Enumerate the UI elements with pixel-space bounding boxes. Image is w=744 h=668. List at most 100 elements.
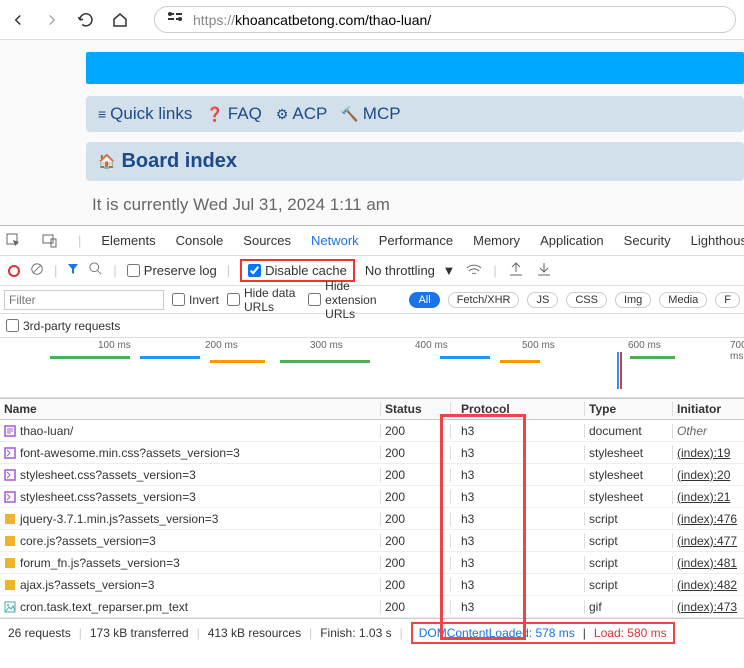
- cell-type: script: [584, 512, 672, 526]
- pill-more[interactable]: F: [715, 292, 740, 308]
- file-name: thao-luan/: [20, 424, 73, 438]
- file-type-icon: [4, 601, 16, 613]
- device-toggle-icon[interactable]: [42, 232, 58, 250]
- cell-initiator: Other: [672, 424, 744, 438]
- tick: 200 ms: [205, 340, 238, 351]
- file-name: core.js?assets_version=3: [20, 534, 156, 548]
- pill-media[interactable]: Media: [659, 292, 707, 308]
- filter-icon[interactable]: [67, 263, 79, 278]
- col-status[interactable]: Status: [380, 402, 450, 416]
- preserve-log-checkbox[interactable]: Preserve log: [127, 263, 217, 278]
- cell-type: stylesheet: [584, 468, 672, 482]
- stat-domloaded: DOMContentLoaded: 578 ms: [419, 626, 575, 640]
- pill-css[interactable]: CSS: [566, 292, 607, 308]
- download-icon[interactable]: [535, 260, 553, 281]
- tab-sources[interactable]: Sources: [243, 233, 291, 248]
- stat-transferred: 173 kB transferred: [90, 626, 189, 640]
- cell-status: 200: [380, 600, 450, 614]
- hide-data-urls-checkbox[interactable]: Hide data URLs: [227, 286, 300, 314]
- tick: 600 ms: [628, 340, 661, 351]
- invert-checkbox[interactable]: Invert: [172, 293, 219, 307]
- table-row[interactable]: forum_fn.js?assets_version=3200h3script(…: [0, 552, 744, 574]
- record-button[interactable]: [8, 265, 20, 277]
- stat-load: Load: 580 ms: [594, 626, 667, 640]
- inspect-icon[interactable]: [6, 232, 22, 250]
- stat-requests: 26 requests: [8, 626, 71, 640]
- file-name: forum_fn.js?assets_version=3: [20, 556, 180, 570]
- tab-performance[interactable]: Performance: [379, 233, 453, 248]
- table-row[interactable]: jquery-3.7.1.min.js?assets_version=3200h…: [0, 508, 744, 530]
- file-name: jquery-3.7.1.min.js?assets_version=3: [20, 512, 218, 526]
- tick: 700 ms: [730, 340, 744, 362]
- nav-links-bar: ≡Quick links ❓FAQ ⚙ACP 🔨MCP: [86, 96, 744, 132]
- tab-security[interactable]: Security: [624, 233, 671, 248]
- cell-initiator[interactable]: (index):481: [672, 556, 744, 570]
- col-name[interactable]: Name: [0, 402, 380, 416]
- file-name: ajax.js?assets_version=3: [20, 578, 154, 592]
- timeline-overview[interactable]: 100 ms 200 ms 300 ms 400 ms 500 ms 600 m…: [0, 338, 744, 398]
- site-controls-icon[interactable]: [167, 11, 183, 28]
- cell-initiator[interactable]: (index):20: [672, 468, 744, 482]
- file-type-icon: [4, 425, 16, 437]
- disable-cache-checkbox[interactable]: Disable cache: [248, 263, 347, 278]
- file-type-icon: [4, 579, 16, 591]
- col-initiator[interactable]: Initiator: [672, 402, 744, 416]
- pill-img[interactable]: Img: [615, 292, 651, 308]
- pill-js[interactable]: JS: [527, 292, 558, 308]
- table-row[interactable]: ajax.js?assets_version=3200h3script(inde…: [0, 574, 744, 596]
- cell-initiator[interactable]: (index):476: [672, 512, 744, 526]
- menu-icon: ≡: [98, 106, 106, 122]
- cell-status: 200: [380, 446, 450, 460]
- back-button[interactable]: [8, 10, 28, 30]
- cell-initiator[interactable]: (index):21: [672, 490, 744, 504]
- table-row[interactable]: core.js?assets_version=3200h3script(inde…: [0, 530, 744, 552]
- third-party-checkbox[interactable]: 3rd-party requests: [6, 319, 120, 333]
- table-row[interactable]: cron.task.text_reparser.pm_text200h3gif(…: [0, 596, 744, 618]
- hammer-icon: 🔨: [341, 106, 358, 123]
- pill-all[interactable]: All: [409, 292, 439, 308]
- tab-memory[interactable]: Memory: [473, 233, 520, 248]
- tab-console[interactable]: Console: [176, 233, 224, 248]
- throttling-select[interactable]: No throttling ▼: [365, 263, 456, 278]
- upload-icon[interactable]: [507, 260, 525, 281]
- file-name: font-awesome.min.css?assets_version=3: [20, 446, 240, 460]
- cell-type: script: [584, 556, 672, 570]
- table-row[interactable]: font-awesome.min.css?assets_version=3 200…: [0, 442, 744, 464]
- clear-button[interactable]: [30, 262, 44, 279]
- cell-initiator[interactable]: (index):473: [672, 600, 744, 614]
- cell-type: script: [584, 578, 672, 592]
- tab-elements[interactable]: Elements: [101, 233, 155, 248]
- cell-initiator[interactable]: (index):482: [672, 578, 744, 592]
- acp-link[interactable]: ⚙ACP: [276, 104, 328, 124]
- search-icon[interactable]: [89, 262, 103, 279]
- hide-ext-urls-checkbox[interactable]: Hide extension URLs: [308, 279, 401, 321]
- tab-lighthouse[interactable]: Lighthouse: [691, 233, 744, 248]
- quick-links-link[interactable]: ≡Quick links: [98, 104, 192, 124]
- col-protocol[interactable]: Protocol: [450, 402, 584, 416]
- stat-resources: 413 kB resources: [208, 626, 301, 640]
- table-row[interactable]: stylesheet.css?assets_version=3200h3styl…: [0, 464, 744, 486]
- mcp-link[interactable]: 🔨MCP: [341, 104, 400, 124]
- tick: 500 ms: [522, 340, 555, 351]
- faq-link[interactable]: ❓FAQ: [206, 104, 261, 124]
- filter-input[interactable]: [4, 290, 164, 310]
- cell-initiator[interactable]: (index):477: [672, 534, 744, 548]
- wifi-icon[interactable]: [465, 260, 483, 281]
- reload-button[interactable]: [76, 10, 96, 30]
- table-row[interactable]: thao-luan/200h3documentOther: [0, 420, 744, 442]
- question-icon: ❓: [206, 106, 223, 123]
- file-type-icon: [4, 491, 16, 503]
- tick: 400 ms: [415, 340, 448, 351]
- pill-fetch-xhr[interactable]: Fetch/XHR: [448, 292, 520, 308]
- cell-initiator[interactable]: (index):19: [672, 446, 744, 460]
- col-type[interactable]: Type: [584, 402, 672, 416]
- cell-protocol: h3: [450, 468, 584, 482]
- forward-button[interactable]: [42, 10, 62, 30]
- tab-application[interactable]: Application: [540, 233, 604, 248]
- home-button[interactable]: [110, 10, 130, 30]
- table-row[interactable]: stylesheet.css?assets_version=3200h3styl…: [0, 486, 744, 508]
- cell-status: 200: [380, 556, 450, 570]
- address-bar[interactable]: https://khoancatbetong.com/thao-luan/: [154, 6, 736, 33]
- board-index-link[interactable]: 🏠Board index: [98, 150, 732, 173]
- tab-network[interactable]: Network: [311, 233, 359, 248]
